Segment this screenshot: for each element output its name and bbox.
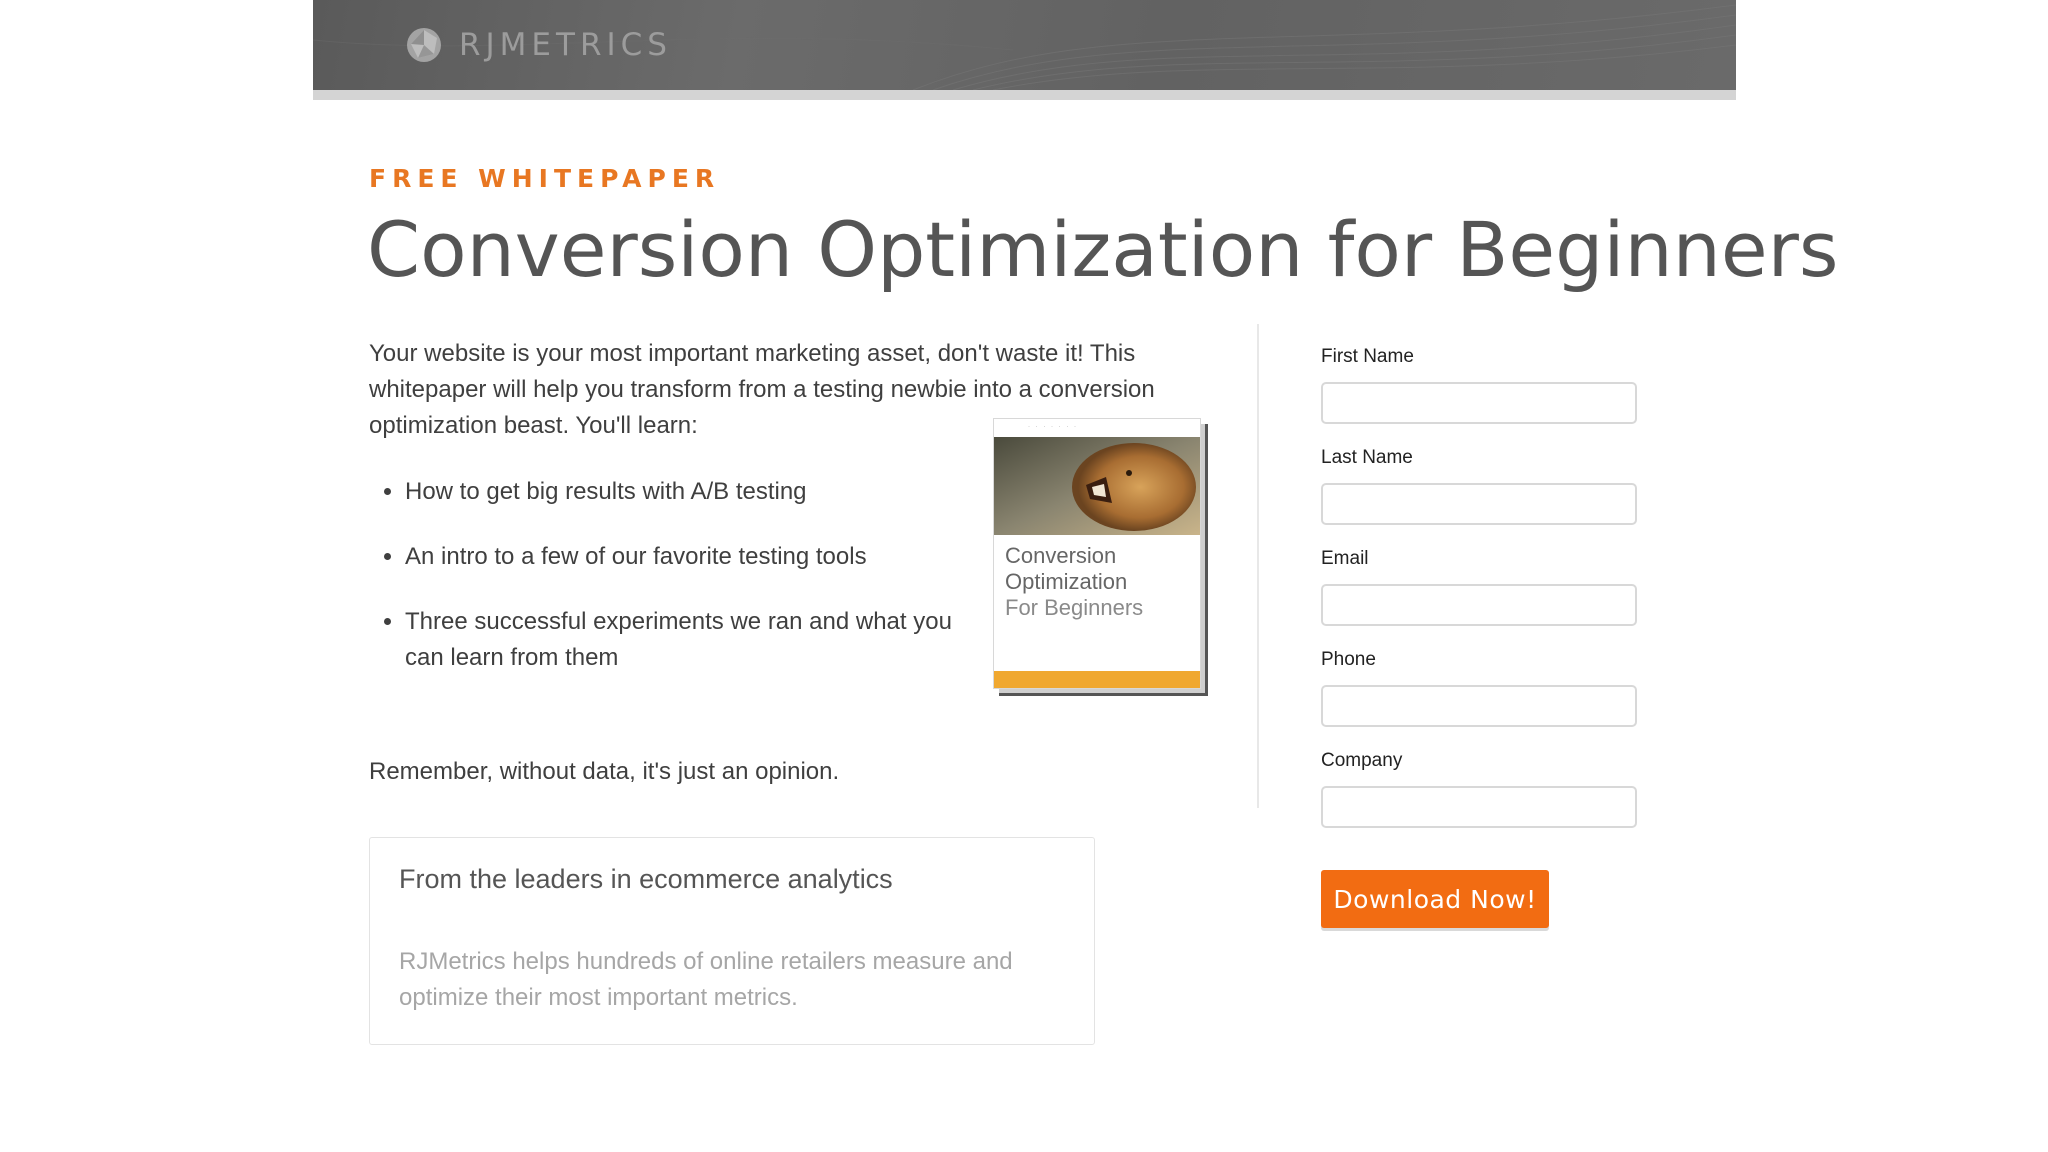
last-name-group: Last Name (1321, 447, 1641, 525)
email-field[interactable] (1321, 584, 1637, 626)
first-name-group: First Name (1321, 346, 1641, 424)
first-name-label: First Name (1321, 346, 1414, 367)
book-title: Conversion Optimization For Beginners (1005, 543, 1195, 621)
book-title-line: Conversion (1005, 543, 1117, 568)
last-name-label: Last Name (1321, 447, 1413, 468)
list-item: Three successful experiments we ran and … (405, 604, 965, 676)
lion-photo (994, 437, 1200, 535)
book-cover: · · · · · · · Conversion Optimization Fo… (993, 418, 1201, 689)
book-title-line: For Beginners (1005, 595, 1144, 620)
benefits-list: How to get big results with A/B testing … (369, 474, 965, 705)
rjmetrics-logo-icon (407, 28, 441, 62)
header-bottom-border (313, 90, 1736, 100)
kicker-label: FREE WHITEPAPER (369, 164, 721, 193)
brand-name: RJMETRICS (459, 27, 672, 63)
company-field[interactable] (1321, 786, 1637, 828)
first-name-field[interactable] (1321, 382, 1637, 424)
book-author-line: · · · · · · · (1028, 424, 1078, 430)
list-item: How to get big results with A/B testing (405, 474, 965, 510)
page-title: Conversion Optimization for Beginners (367, 205, 1839, 294)
phone-group: Phone (1321, 649, 1641, 727)
page: RJMETRICS FREE WHITEPAPER Conversion Opt… (313, 0, 1838, 1152)
book-stripe (994, 671, 1200, 688)
about-heading: From the leaders in ecommerce analytics (399, 864, 893, 894)
about-body: RJMetrics helps hundreds of online retai… (399, 948, 1013, 1011)
closing-line: Remember, without data, it's just an opi… (369, 758, 840, 785)
download-button[interactable]: Download Now! (1321, 870, 1549, 928)
brand-logo[interactable]: RJMETRICS (405, 26, 672, 64)
last-name-field[interactable] (1321, 483, 1637, 525)
list-item: An intro to a few of our favorite testin… (405, 539, 965, 575)
book-title-line: Optimization (1005, 569, 1128, 594)
column-divider (1257, 324, 1259, 808)
whitepaper-cover-image: · · · · · · · Conversion Optimization Fo… (993, 418, 1208, 696)
email-group: Email (1321, 548, 1641, 626)
phone-label: Phone (1321, 649, 1376, 670)
email-label: Email (1321, 548, 1369, 569)
company-group: Company (1321, 750, 1641, 828)
company-label: Company (1321, 750, 1403, 771)
phone-field[interactable] (1321, 685, 1637, 727)
header-banner: RJMETRICS (313, 0, 1736, 90)
about-box: From the leaders in ecommerce analytics … (369, 837, 1095, 1045)
